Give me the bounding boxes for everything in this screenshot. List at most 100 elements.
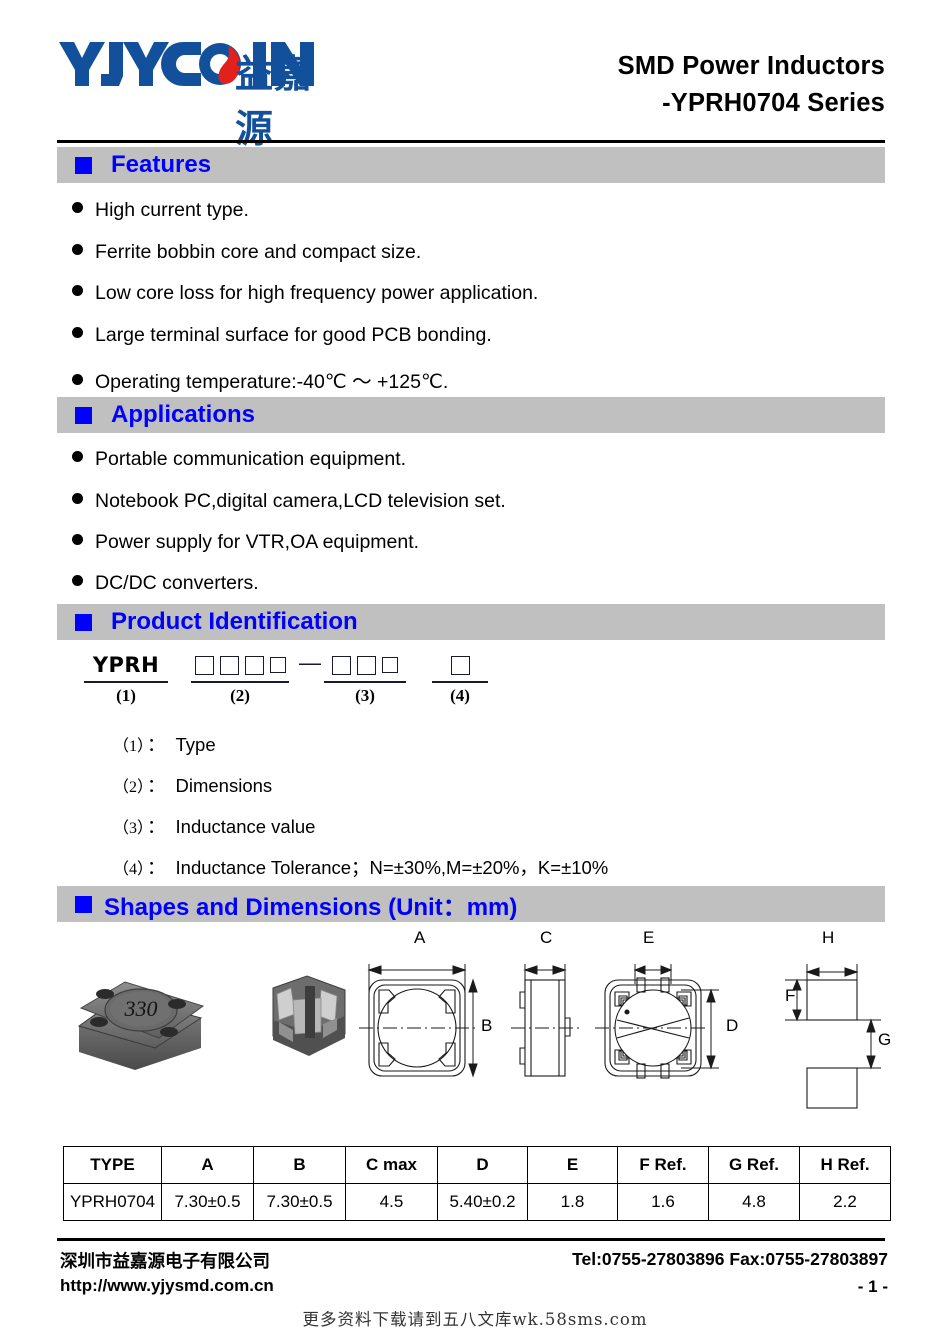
logo-chinese-name: 益嘉源 [235,52,314,151]
part-number-diagram: YPRH (1) (2) — (3) (4) [84,650,514,706]
watermark-text: 更多资料下载请到五八文库wk.58sms.com [302,1310,648,1329]
table-header-cell: H Ref. [799,1146,891,1184]
bullet-square-icon [75,895,92,913]
pn-legend-number: （4） [113,861,154,878]
application-item: Power supply for VTR,OA equipment. [72,531,419,554]
footer-company-name: 深圳市益嘉源电子有限公司 [60,1252,270,1272]
table-cell: 1.8 [527,1183,618,1221]
bullet-dot-icon [72,244,83,255]
feature-item: Low core loss for high frequency power a… [72,282,538,305]
pn-group-2: (2) [191,652,289,706]
application-item: Portable communication equipment. [72,448,406,471]
application-text: Notebook PC,digital camera,LCD televisio… [95,490,506,512]
bullet-dot-icon [72,202,83,213]
footer-divider [57,1238,885,1241]
pn-legend-colon: ： [147,857,166,878]
application-item: Notebook PC,digital camera,LCD televisio… [72,490,506,513]
application-text: DC/DC converters. [95,572,259,594]
dim-label-D: D [726,1016,739,1035]
page-title-line2: -YPRH0704 Series [662,89,885,117]
pn-legend-text: Dimensions [175,775,273,796]
pn-group-1: YPRH (1) [84,652,168,706]
bullet-dot-icon [72,285,83,296]
feature-text: Large terminal surface for good PCB bond… [95,324,492,346]
table-header-cell: D [437,1146,528,1184]
dim-label-E: E [643,928,655,947]
table-header-cell: F Ref. [617,1146,709,1184]
feature-item: Ferrite bobbin core and compact size. [72,241,421,264]
datasheet-page: 益嘉源 SMD Power Inductors -YPRH0704 Series… [0,0,950,1344]
pn-legend-number: （2） [113,779,154,796]
pn-legend-text: Inductance value [175,816,316,837]
bullet-dot-icon [72,327,83,338]
feature-text: Operating temperature:-40℃ ～ +125℃. [95,371,449,393]
feature-text: Ferrite bobbin core and compact size. [95,241,422,263]
footer-page-number: - 1 - [857,1277,888,1296]
table-header-cell: E [527,1146,618,1184]
table-cell: 7.30±0.5 [161,1183,254,1221]
dim-label-F: F [785,986,796,1005]
section-header-product-identification: Product Identification [57,604,885,640]
pn-legend-number: （1） [113,738,154,755]
drawing-top-view [359,964,478,1078]
pn-legend-row: （1） ： Type [113,731,216,757]
footer-website-url[interactable]: http://www.yjysmd.com.cn [60,1276,274,1296]
pn-legend-colon: ： [147,816,166,837]
application-text: Portable communication equipment. [95,448,407,470]
photo-marking-text: 330 [124,996,158,1021]
application-text: Power supply for VTR,OA equipment. [95,531,420,553]
pn-legend-row: （2） ： Dimensions [113,772,272,798]
shapes-and-dimensions-figures: 330 A B C E D H F G [57,928,891,1124]
table-cell: 1.6 [617,1183,709,1221]
header-divider [57,140,885,143]
section-header-features: Features [57,147,885,183]
dim-label-B: B [481,1016,493,1035]
product-photo-top-view: 330 [77,981,205,1070]
bullet-square-icon [75,406,92,424]
pn-dash: — [299,650,321,675]
application-item: DC/DC converters. [72,572,259,595]
bullet-dot-icon [72,374,83,385]
pn-group-label-4: (4) [450,686,470,705]
page-title-line1: SMD Power Inductors [617,52,885,80]
feature-item: Large terminal surface for good PCB bond… [72,324,492,347]
table-header-row: TYPE A B C max D E F Ref. G Ref. H Ref. [63,1146,891,1184]
pn-box [382,657,398,673]
dim-label-H: H [822,928,835,947]
pn-box [332,655,351,675]
table-header-cell: G Ref. [708,1146,800,1184]
pn-box [357,655,376,675]
table-cell: 5.40±0.2 [437,1183,528,1221]
section-title-features: Features [111,151,212,178]
feature-text: High current type. [95,199,249,221]
bullet-square-icon [75,156,92,174]
footer-contact-info: Tel:0755-27803896 Fax:0755-27803897 [572,1249,888,1269]
table-header-cell: C max [345,1146,438,1184]
table-header-cell: A [161,1146,254,1184]
pn-legend-text: Inductance Tolerance；N=±30%,M=±20%，K=±10… [175,857,609,878]
pn-group-label-3: (3) [355,686,375,705]
section-title-applications: Applications [111,401,256,428]
pn-legend-colon: ： [147,775,166,796]
pn-prefix-text: YPRH [92,653,160,677]
pn-box [450,655,470,675]
pn-group-4: (4) [432,652,488,706]
feature-text: Low core loss for high frequency power a… [95,282,539,304]
dim-label-C: C [540,928,553,947]
table-cell: YPRH0704 [63,1183,162,1221]
pn-box [194,655,214,675]
page-header: 益嘉源 SMD Power Inductors -YPRH0704 Series [57,18,885,151]
table-cell: 4.5 [345,1183,438,1221]
section-title-shapes-dimensions: Shapes and Dimensions (Unit：mm) [104,893,518,921]
pn-group-3: (3) [324,652,406,706]
section-header-applications: Applications [57,397,885,433]
pn-group-label-2: (2) [230,686,250,705]
dim-label-G: G [878,1030,892,1049]
table-row: YPRH0704 7.30±0.5 7.30±0.5 4.5 5.40±0.2 … [63,1183,891,1221]
section-header-shapes-dimensions: Shapes and Dimensions (Unit：mm) [57,886,885,922]
pn-box [219,655,239,675]
company-logo: 益嘉源 [57,36,327,151]
feature-item: High current type. [72,199,249,222]
page-title: SMD Power Inductors -YPRH0704 Series [618,48,885,122]
product-photo-bottom-view [272,975,346,1056]
